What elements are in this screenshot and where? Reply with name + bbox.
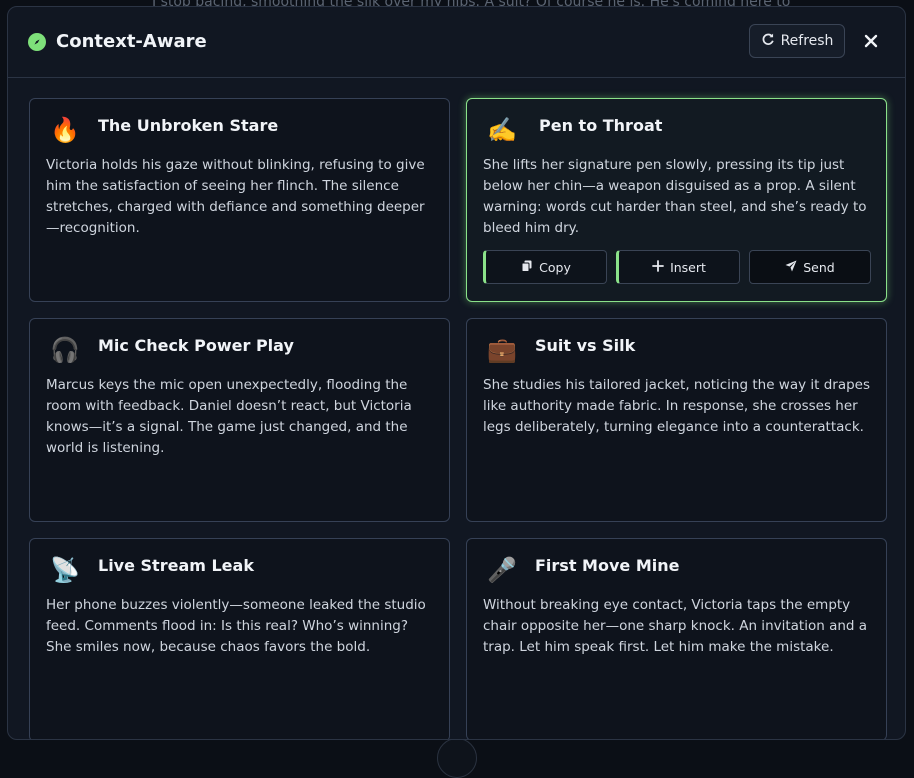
card-description: Marcus keys the mic open unexpectedly, f… [46, 377, 412, 456]
modal-header: Context-Aware Refresh [8, 7, 905, 78]
scroll-down-button[interactable] [437, 738, 477, 778]
card-title: Mic Check Power Play [98, 336, 294, 355]
satellite-dish-icon: 📡 [50, 556, 80, 584]
copy-button[interactable]: Copy [483, 250, 607, 284]
card-actions: Copy Insert Send [483, 250, 871, 286]
card-description: Victoria holds his gaze without blinking… [46, 157, 425, 236]
headphones-icon: 🎧 [50, 336, 80, 364]
refresh-icon [761, 32, 775, 50]
card-title: Suit vs Silk [535, 336, 636, 355]
refresh-button[interactable]: Refresh [749, 24, 845, 58]
card-description: Without breaking eye contact, Victoria t… [483, 597, 868, 655]
plus-icon [652, 259, 664, 275]
suggestion-card[interactable]: 📡 Live Stream Leak Her phone buzzes viol… [29, 538, 450, 739]
paper-plane-icon [785, 260, 797, 275]
card-title: The Unbroken Stare [98, 116, 279, 135]
context-aware-modal: Context-Aware Refresh 🔥 The Unbroken Sta… [7, 6, 906, 740]
card-title: Live Stream Leak [98, 556, 254, 575]
writing-hand-icon: ✍️ [487, 116, 517, 144]
insert-button[interactable]: Insert [616, 250, 740, 284]
close-button[interactable] [860, 31, 882, 53]
compass-icon [28, 33, 46, 51]
send-label: Send [803, 259, 835, 275]
suggestion-card[interactable]: 💼 Suit vs Silk She studies his tailored … [466, 318, 887, 522]
briefcase-icon: 💼 [487, 336, 517, 364]
card-description: She lifts her signature pen slowly, pres… [483, 157, 867, 236]
fire-icon: 🔥 [50, 116, 80, 144]
insert-label: Insert [670, 259, 706, 275]
suggestion-card[interactable]: 🎤 First Move Mine Without breaking eye c… [466, 538, 887, 739]
card-description: Her phone buzzes violently—someone leake… [46, 597, 426, 655]
microphone-icon: 🎤 [487, 556, 517, 584]
card-description: She studies his tailored jacket, noticin… [483, 377, 871, 435]
copy-icon [521, 260, 533, 275]
suggestion-card[interactable]: 🎧 Mic Check Power Play Marcus keys the m… [29, 318, 450, 522]
copy-label: Copy [539, 259, 571, 275]
modal-title: Context-Aware [56, 31, 207, 52]
send-button[interactable]: Send [749, 250, 871, 284]
card-title: Pen to Throat [539, 116, 663, 135]
suggestion-card[interactable]: 🔥 The Unbroken Stare Victoria holds his … [29, 98, 450, 302]
refresh-label: Refresh [780, 33, 834, 49]
card-title: First Move Mine [535, 556, 680, 575]
suggestion-card-active[interactable]: ✍️ Pen to Throat She lifts her signature… [466, 98, 887, 302]
close-icon [864, 33, 878, 52]
